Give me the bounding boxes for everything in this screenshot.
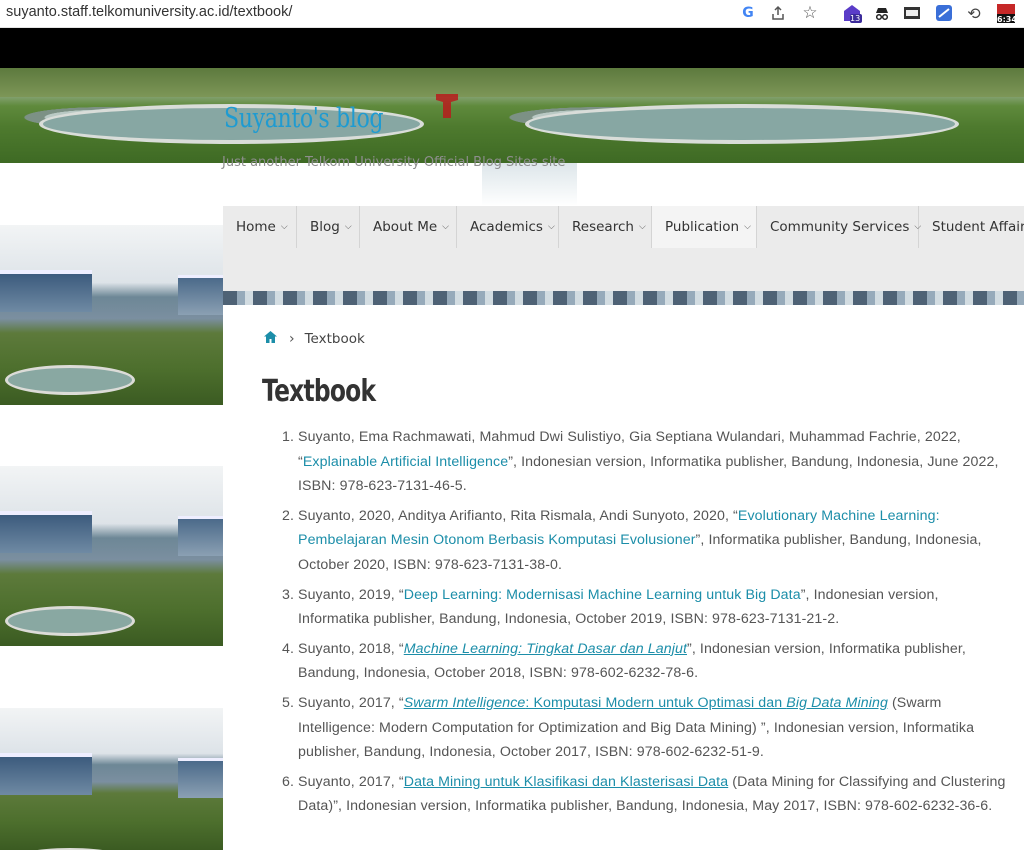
book-link[interactable]: Explainable Artificial Intelligence (303, 454, 508, 470)
sidebar-campus-image (0, 708, 223, 850)
book-link[interactable]: Swarm Intelligence (404, 695, 526, 711)
nav-item-blog[interactable]: Blog ⌵ (297, 206, 360, 248)
extension-icon[interactable]: 6:34 (994, 3, 1018, 24)
list-number: 5. (282, 694, 295, 711)
nav-item-student-affairs[interactable]: Student Affairs (919, 206, 1024, 248)
chevron-down-icon: ⌵ (344, 222, 352, 232)
breadcrumb: › Textbook (264, 331, 365, 347)
textbook-list: 1. Suyanto, Ema Rachmawati, Mahmud Dwi S… (282, 425, 1010, 824)
nav-item-label: Research (572, 219, 634, 235)
chevron-down-icon: ⌵ (280, 222, 288, 232)
nav-item-home[interactable]: Home ⌵ (223, 206, 297, 248)
nav-item-label: Student Affairs (932, 219, 1024, 235)
extension-badge: 6:34 (997, 15, 1017, 24)
extension-badge: 13 (850, 14, 861, 23)
list-item: 3. Suyanto, 2019, “Deep Learning: Modern… (282, 583, 1010, 632)
nav-image-strip (223, 291, 1024, 305)
list-number: 6. (282, 773, 295, 790)
site-title[interactable]: Suyanto's blog (224, 103, 384, 134)
list-number: 3. (282, 586, 295, 603)
university-logo[interactable] (432, 90, 462, 124)
extension-icon[interactable]: 13 (840, 3, 864, 23)
book-link[interactable]: Big Data Mining (786, 695, 888, 711)
list-item: 6. Suyanto, 2017, “Data Mining untuk Kla… (282, 770, 1010, 819)
browser-address-bar[interactable]: suyanto.staff.telkomuniversity.ac.id/tex… (0, 0, 1024, 28)
google-icon[interactable]: G (738, 3, 758, 23)
list-number: 2. (282, 507, 295, 524)
book-link[interactable]: Data Mining untuk Klasifikasi dan Klaste… (404, 774, 728, 790)
nav-item-academics[interactable]: Academics ⌵ (457, 206, 559, 248)
header-banner-image (482, 68, 1024, 163)
list-item: 5. Suyanto, 2017, “Swarm Intelligence: K… (282, 691, 1010, 765)
page-title: Textbook (262, 374, 376, 409)
home-icon[interactable] (264, 331, 277, 347)
nav-item-label: Home (236, 219, 276, 235)
book-link[interactable]: : Komputasi Modern untuk Optimasi dan (525, 695, 786, 711)
nav-item-label: Academics (470, 219, 543, 235)
book-link[interactable]: Machine Learning: Tingkat Dasar dan Lanj… (404, 641, 687, 657)
citation-text: Suyanto, 2018, “ (298, 640, 404, 657)
nav-item-publication[interactable]: Publication ⌵ (652, 206, 757, 248)
incognito-icon[interactable] (872, 3, 892, 23)
top-black-band (0, 28, 1024, 68)
main-navigation: Home ⌵ Blog ⌵ About Me ⌵ Academics ⌵ Researc… (223, 206, 1024, 291)
list-item: 2. Suyanto, 2020, Anditya Arifianto, Rit… (282, 504, 1010, 578)
list-number: 4. (282, 640, 295, 657)
chevron-down-icon: ⌵ (744, 222, 751, 232)
star-icon[interactable]: ☆ (800, 3, 820, 23)
nav-item-label: Blog (310, 219, 340, 235)
nav-item-about-me[interactable]: About Me ⌵ (360, 206, 457, 248)
nav-item-label: Publication (665, 219, 740, 235)
sidebar-campus-image (0, 466, 223, 646)
citation-text: Suyanto, 2017, “ (298, 694, 404, 711)
extension-icon[interactable] (934, 3, 954, 23)
history-icon[interactable]: ⟲ (964, 3, 984, 23)
citation-text: Suyanto, 2020, Anditya Arifianto, Rita R… (298, 507, 738, 524)
breadcrumb-current: Textbook (304, 331, 365, 347)
nav-item-community-services[interactable]: Community Services ⌵ (757, 206, 921, 248)
share-icon[interactable] (768, 3, 788, 23)
site-tagline: Just another Telkom University Official … (222, 155, 566, 170)
chevron-down-icon: ⌵ (638, 222, 646, 232)
book-link[interactable]: Deep Learning: Modernisasi Machine Learn… (404, 587, 801, 603)
url-text[interactable]: suyanto.staff.telkomuniversity.ac.id/tex… (6, 4, 292, 20)
citation-text: Suyanto, 2019, “ (298, 586, 404, 603)
chevron-down-icon: ⌵ (442, 222, 449, 232)
list-item: 1. Suyanto, Ema Rachmawati, Mahmud Dwi S… (282, 425, 1010, 499)
citation-text: Suyanto, 2017, “ (298, 773, 404, 790)
list-number: 1. (282, 429, 295, 445)
nav-item-label: About Me (373, 219, 438, 235)
sidebar-campus-image (0, 225, 223, 405)
nav-item-research[interactable]: Research ⌵ (559, 206, 652, 248)
list-item: 4. Suyanto, 2018, “Machine Learning: Tin… (282, 637, 1010, 686)
breadcrumb-separator: › (289, 331, 295, 347)
chevron-down-icon: ⌵ (547, 222, 555, 232)
nav-item-label: Community Services (770, 219, 910, 235)
extension-icon[interactable] (902, 3, 922, 23)
